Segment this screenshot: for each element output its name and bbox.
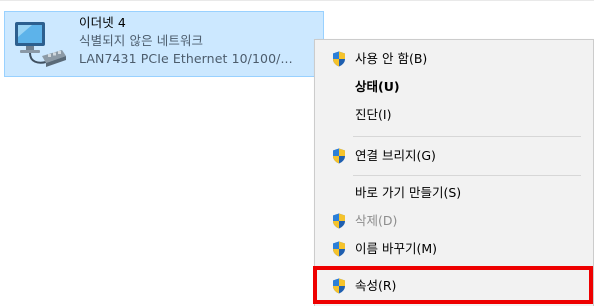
- adapter-tile-ethernet-4[interactable]: 이더넷 4 식별되지 않은 네트워크 LAN7431 PCIe Ethernet…: [4, 11, 324, 77]
- adapter-name: 이더넷 4: [79, 15, 126, 30]
- menu-item-status[interactable]: 상태(U): [315, 73, 593, 101]
- menu-item-label: 이름 바꾸기(M): [355, 241, 438, 256]
- menu-item-label: 진단(I): [355, 107, 392, 122]
- menu-item-label: 삭제(D): [355, 213, 398, 228]
- menu-separator: [353, 175, 581, 176]
- menu-separator: [353, 136, 581, 137]
- properties-highlight-box: [313, 266, 593, 304]
- network-connections-window: 이더넷 4 식별되지 않은 네트워크 LAN7431 PCIe Ethernet…: [0, 0, 594, 306]
- shield-icon: [333, 213, 345, 229]
- menu-item-disable[interactable]: 사용 안 함(B): [315, 45, 593, 73]
- menu-item-label: 상태(U): [355, 79, 400, 94]
- menu-item-delete: 삭제(D): [315, 207, 593, 235]
- adapter-network-status: 식별되지 않은 네트워크: [79, 33, 204, 48]
- menu-item-label: 연결 브리지(G): [355, 148, 436, 163]
- menu-item-bridge-connections[interactable]: 연결 브리지(G): [315, 142, 593, 170]
- shield-icon: [333, 51, 345, 67]
- shield-icon: [333, 241, 345, 257]
- menu-item-label: 사용 안 함(B): [355, 51, 428, 66]
- top-border: [0, 0, 594, 1]
- adapter-device-name: LAN7431 PCIe Ethernet 10/100/...: [79, 51, 293, 66]
- network-adapter-icon: [15, 22, 66, 67]
- menu-item-diagnose[interactable]: 진단(I): [315, 101, 593, 129]
- menu-item-rename[interactable]: 이름 바꾸기(M): [315, 235, 593, 263]
- shield-icon: [333, 148, 345, 164]
- menu-item-create-shortcut[interactable]: 바로 가기 만들기(S): [315, 179, 593, 207]
- menu-item-label: 바로 가기 만들기(S): [355, 185, 462, 200]
